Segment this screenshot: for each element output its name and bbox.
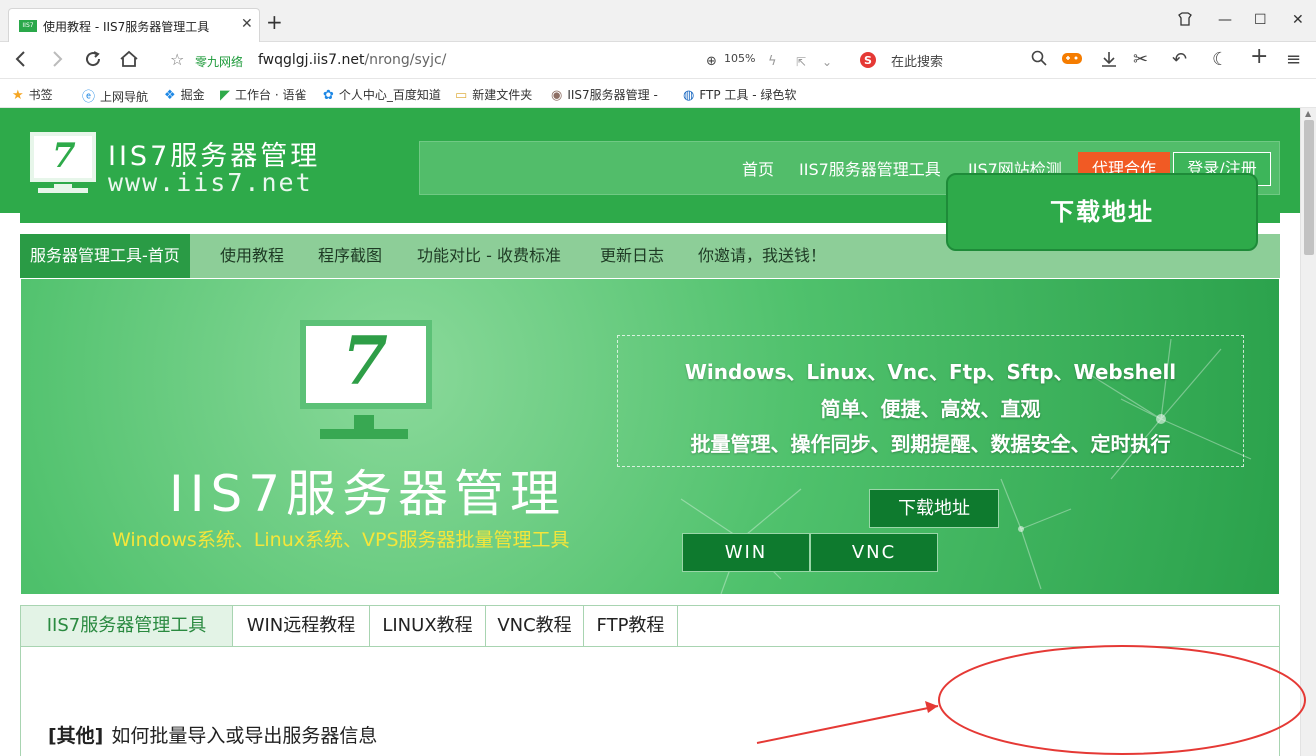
page-scrollbar[interactable]: ▲	[1300, 108, 1316, 756]
subnav-home[interactable]: 服务器管理工具-首页	[20, 234, 190, 278]
juejin-icon: ❖	[164, 88, 176, 103]
tshirt-skin-icon[interactable]	[1178, 12, 1192, 30]
bookmarks-bar: ★ 书签 ⓔ 上网导航 ❖ 掘金 ◤ 工作台 · 语雀 ✿ 个人中心_百度知道 ▭ 新建文件…	[0, 79, 1316, 108]
bookmark-item[interactable]: ◤ 工作台 · 语雀	[220, 86, 306, 103]
tab-title: 使用教程 - IIS7服务器管理工具	[43, 20, 210, 34]
download-icon[interactable]	[1100, 50, 1118, 73]
banner-subtitle: Windows系统、Linux系统、VPS服务器批量管理工具	[112, 529, 570, 551]
scrollbar-thumb[interactable]	[1304, 120, 1314, 255]
tab-iis7-tool[interactable]: IIS7服务器管理工具	[21, 606, 233, 646]
address-bar[interactable]: fwqglgj.iis7.net/nrong/syjc/	[258, 52, 446, 68]
zoom-level[interactable]: 105%	[724, 52, 755, 65]
bookmark-item[interactable]: ★ 书签	[12, 86, 53, 103]
bookmark-item[interactable]: ⓔ 上网导航	[82, 86, 148, 105]
home-icon[interactable]	[119, 50, 139, 73]
search-input[interactable]: 在此搜索	[891, 51, 943, 70]
bookmark-item[interactable]: ▭ 新建文件夹	[455, 86, 532, 103]
chevron-down-icon[interactable]: ⌄	[822, 52, 832, 72]
banner-monitor-base	[320, 429, 408, 439]
banner-logo-monitor-icon: 7	[300, 320, 432, 409]
tab-close-icon[interactable]: ✕	[241, 16, 253, 32]
tab-vnc[interactable]: VNC教程	[486, 606, 584, 646]
lightning-icon[interactable]: ϟ	[768, 52, 777, 72]
sogou-search-icon[interactable]: S	[859, 51, 877, 74]
close-window-icon[interactable]: ✕	[1292, 12, 1304, 28]
download-button[interactable]: 下载地址	[946, 173, 1258, 251]
avatar-icon: ◉	[551, 88, 563, 103]
feature-line: Windows、Linux、Vnc、Ftp、Sftp、Webshell	[684, 360, 1177, 384]
logo-base	[38, 188, 88, 193]
ie-icon: ⓔ	[82, 90, 96, 105]
url-path: /nrong/syjc/	[364, 52, 447, 68]
zoom-icon[interactable]: ⊕	[706, 52, 717, 72]
minimize-icon[interactable]: —	[1218, 12, 1232, 28]
article-title: 如何批量导入或导出服务器信息	[111, 725, 378, 747]
new-tab-icon[interactable]: +	[266, 12, 283, 32]
star-bookmark-icon[interactable]: ☆	[170, 50, 184, 70]
subnav-screenshots[interactable]: 程序截图	[318, 234, 382, 278]
banner-win-button[interactable]: WIN	[682, 533, 810, 572]
hero-banner: 7 IIS7服务器管理 Windows系统、Linux系统、VPS服务器批量管理…	[21, 279, 1279, 594]
banner-vnc-button[interactable]: VNC	[810, 533, 938, 572]
site-badge: 零九网络	[195, 55, 244, 69]
web-page: 7 IIS7服务器管理 www.iis7.net 首页 IIS7服务器管理工具 …	[0, 108, 1300, 756]
tab-ftp[interactable]: FTP教程	[584, 606, 678, 646]
baidu-paw-icon: ✿	[323, 88, 334, 103]
article-link[interactable]: [其他] 如何批量导入或导出服务器信息	[48, 721, 377, 748]
tabs-divider	[21, 646, 1279, 647]
browser-tab[interactable]: IIS7 使用教程 - IIS7服务器管理工具 ✕	[8, 8, 260, 42]
folder-icon: ▭	[455, 88, 468, 103]
subnav-changelog[interactable]: 更新日志	[600, 234, 664, 278]
bookmark-item[interactable]: ❖ 掘金	[164, 86, 205, 103]
search-icon[interactable]	[1031, 50, 1047, 71]
star-icon: ★	[12, 88, 24, 103]
browser-nav-bar: ☆ 零九网络 fwqglgj.iis7.net/nrong/syjc/ ⊕ 10…	[0, 42, 1316, 79]
feature-box: Windows、Linux、Vnc、Ftp、Sftp、Webshell 简单、便…	[617, 335, 1244, 467]
nav-home[interactable]: 首页	[742, 156, 774, 180]
reload-icon[interactable]	[84, 50, 102, 73]
nav-iis7-tool[interactable]: IIS7服务器管理工具	[799, 156, 941, 180]
subnav-tutorial[interactable]: 使用教程	[220, 234, 284, 278]
game-controller-icon[interactable]	[1061, 50, 1083, 71]
logo-url[interactable]: www.iis7.net	[108, 168, 313, 197]
tutorial-content: IIS7服务器管理工具 WIN远程教程 LINUX教程 VNC教程 FTP教程 …	[20, 605, 1280, 756]
undo-icon[interactable]: ↶	[1172, 50, 1187, 70]
article-tag: [其他]	[48, 725, 104, 747]
subnav-invite[interactable]: 你邀请，我送钱！	[698, 234, 826, 278]
feature-line: 简单、便捷、高效、直观	[820, 397, 1041, 421]
bookmark-item[interactable]: ◉ IIS7服务器管理 -	[551, 86, 658, 103]
bookmark-item[interactable]: ◍ FTP 工具 - 绿色软	[683, 86, 796, 103]
scissors-icon[interactable]: ✂	[1133, 50, 1148, 70]
tab-favicon-icon: IIS7	[19, 20, 37, 32]
forward-icon[interactable]	[50, 50, 64, 73]
bookmark-item[interactable]: ✿ 个人中心_百度知道	[323, 86, 441, 103]
night-mode-icon[interactable]: ☾	[1212, 50, 1228, 70]
url-host: fwqglgj.iis7.net	[258, 52, 365, 68]
yuque-icon: ◤	[220, 88, 230, 103]
ftp-icon: ◍	[683, 88, 695, 103]
menu-icon[interactable]: ≡	[1286, 50, 1301, 70]
add-icon[interactable]: +	[1250, 46, 1268, 68]
feature-line: 批量管理、操作同步、到期提醒、数据安全、定时执行	[690, 432, 1171, 456]
banner-title: IIS7服务器管理	[169, 465, 567, 523]
logo-monitor-icon[interactable]: 7	[30, 132, 96, 182]
subnav-pricing[interactable]: 功能对比 - 收费标准	[417, 234, 561, 278]
share-icon[interactable]: ⇱	[796, 52, 806, 72]
tab-win-remote[interactable]: WIN远程教程	[233, 606, 370, 646]
scroll-up-icon[interactable]: ▲	[1305, 109, 1311, 118]
maximize-icon[interactable]: ☐	[1254, 12, 1267, 28]
tab-linux[interactable]: LINUX教程	[370, 606, 486, 646]
banner-download-button[interactable]: 下载地址	[869, 489, 999, 528]
svg-text:S: S	[864, 54, 872, 67]
browser-tab-bar: IIS7 使用教程 - IIS7服务器管理工具 ✕ + — ☐ ✕	[0, 0, 1316, 42]
back-icon[interactable]	[14, 50, 28, 73]
